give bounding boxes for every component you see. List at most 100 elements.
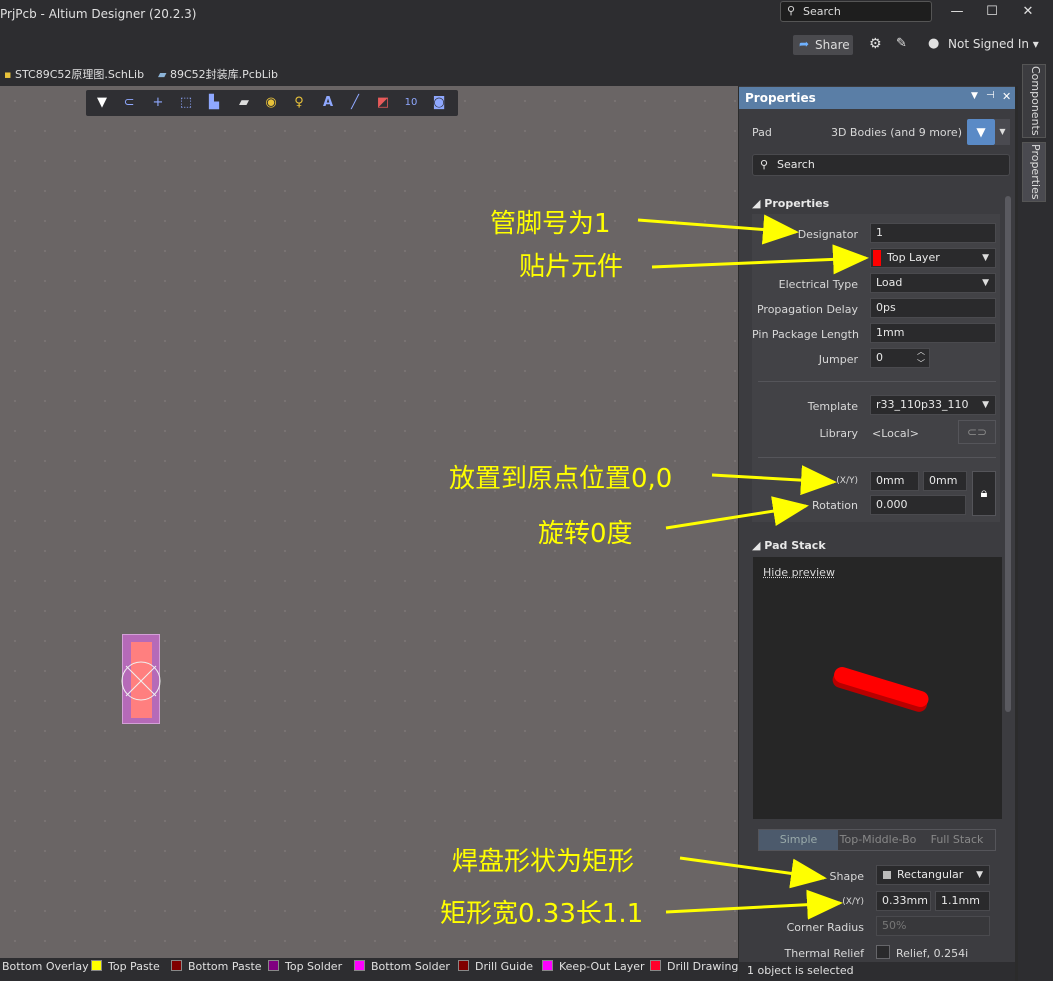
annotation-origin: 放置到原点位置0,0 xyxy=(449,464,673,494)
size-y-input[interactable]: 1.1mm xyxy=(935,891,990,911)
chevron-down-icon: ▼ xyxy=(982,278,989,288)
layer-swatch xyxy=(458,960,469,971)
global-search-input[interactable]: ⚲ Search xyxy=(780,1,932,22)
layer-keep-out[interactable]: Keep-Out Layer xyxy=(542,960,645,973)
crosshair-icon[interactable]: + xyxy=(149,94,167,112)
text-icon[interactable]: A xyxy=(319,94,337,112)
layer-drill-guide[interactable]: Drill Guide xyxy=(458,960,533,973)
template-label: Template xyxy=(807,400,858,413)
layer-top-paste[interactable]: Top Paste xyxy=(91,960,160,973)
pin-package-length-input[interactable]: 1mm xyxy=(870,323,996,343)
thermal-relief-checkbox[interactable] xyxy=(876,945,890,959)
designator-label: Designator xyxy=(797,228,858,241)
location-y-input[interactable]: 0mm xyxy=(923,471,967,491)
region-icon[interactable]: ◩ xyxy=(374,94,392,112)
component-icon[interactable]: ▰ xyxy=(235,94,253,112)
propagation-delay-input[interactable]: 0ps xyxy=(870,298,996,318)
minimize-button[interactable]: — xyxy=(947,4,967,20)
panel-title: Properties xyxy=(745,91,816,105)
shape-select[interactable]: Rectangular ▼ xyxy=(876,865,990,885)
close-button[interactable]: ✕ xyxy=(1018,4,1038,20)
size-label: (X/Y) xyxy=(842,897,864,907)
size-x-input[interactable]: 0.33mm xyxy=(876,891,931,911)
jumper-value: 0 xyxy=(876,351,883,364)
layer-label: Bottom Paste xyxy=(188,960,262,973)
user-icon: ● xyxy=(928,36,940,51)
layer-value: Top Layer xyxy=(887,251,940,264)
share-arrow-icon: ➦ xyxy=(799,37,810,51)
corner-radius-input[interactable]: 50% xyxy=(876,916,990,936)
layer-bottom-solder[interactable]: Bottom Solder xyxy=(354,960,450,973)
electrical-type-value: Load xyxy=(876,276,903,289)
filter-dropdown-button[interactable]: ▼ xyxy=(995,119,1010,145)
via-icon[interactable]: ♀ xyxy=(290,94,308,112)
tab-top-middle-bottom[interactable]: Top-Middle-Bo xyxy=(839,830,917,850)
hide-preview-link[interactable]: Hide preview xyxy=(763,566,835,579)
electrical-type-select[interactable]: Load ▼ xyxy=(870,273,996,293)
layer-bottom-paste[interactable]: Bottom Paste xyxy=(171,960,262,973)
electrical-type-label: Electrical Type xyxy=(778,278,858,291)
location-label: (X/Y) xyxy=(836,476,858,486)
layer-bottom-overlay[interactable]: Bottom Overlay xyxy=(2,960,89,973)
library-value: <Local> xyxy=(872,427,919,440)
section-pad-stack[interactable]: ◢ Pad Stack xyxy=(752,539,826,552)
select-area-icon[interactable]: ⬚ xyxy=(177,94,195,112)
snap-icon[interactable]: ⊂ xyxy=(120,94,138,112)
layer-select[interactable]: Top Layer ▼ xyxy=(870,248,996,268)
shape-value: Rectangular xyxy=(897,868,964,881)
pad-icon[interactable]: ◉ xyxy=(262,94,280,112)
share-button[interactable]: ➦ Share xyxy=(793,35,853,55)
tab-simple[interactable]: Simple xyxy=(759,830,838,850)
location-x-input[interactable]: 0mm xyxy=(870,471,919,491)
panel-menu-icon[interactable]: ▼ xyxy=(971,91,978,101)
pin-icon[interactable]: ⊣ xyxy=(986,90,995,101)
gear-icon[interactable]: ⚙ xyxy=(869,36,882,52)
tab-schlib[interactable]: ▪ STC89C52原理图.SchLib xyxy=(4,66,144,82)
layer-label: Keep-Out Layer xyxy=(559,960,645,973)
pcblib-icon: ▰ xyxy=(158,68,167,81)
align-icon[interactable]: ▙ xyxy=(205,94,223,112)
layer-swatch xyxy=(650,960,661,971)
annotation-smd: 贴片元件 xyxy=(519,252,624,282)
designator-input[interactable]: 1 xyxy=(870,223,996,243)
section-properties[interactable]: ◢ Properties xyxy=(752,197,829,210)
pad-drill-marker xyxy=(121,661,161,701)
layer-label: Drill Drawing xyxy=(667,960,739,973)
tab-full-stack[interactable]: Full Stack xyxy=(918,830,996,850)
panel-filter-button[interactable]: ▼ xyxy=(967,119,995,145)
filter-icon[interactable]: ▼ xyxy=(93,94,111,112)
lock-icon[interactable]: 🔒︎ xyxy=(972,471,996,516)
section-properties-label: Properties xyxy=(764,197,830,210)
annotation-size: 矩形宽0.33长1.1 xyxy=(440,899,644,929)
rotation-input[interactable]: 0.000 xyxy=(870,495,966,515)
stepper-arrows-icon[interactable]: ︿ ﹀ xyxy=(917,349,925,367)
link-icon[interactable]: ⊂⊃ xyxy=(958,420,996,444)
tab-pcblib-label: 89C52封装库.PcbLib xyxy=(169,68,278,81)
schlib-icon: ▪ xyxy=(4,68,12,81)
layer-label: Bottom Overlay xyxy=(2,960,89,973)
tab-components[interactable]: Components xyxy=(1022,64,1046,138)
panel-close-icon[interactable]: ✕ xyxy=(1002,90,1011,103)
line-icon[interactable]: ╱ xyxy=(346,94,364,112)
template-value: r33_110p33_110 xyxy=(876,398,969,411)
notifications-icon[interactable]: ✎ xyxy=(896,36,907,51)
object-type: Pad xyxy=(752,126,772,139)
properties-panel-header: Properties ▼ ⊣ ✕ xyxy=(739,87,1015,109)
template-select[interactable]: r33_110p33_110 ▼ xyxy=(870,395,996,415)
jumper-stepper[interactable]: 0 ︿ ﹀ xyxy=(870,348,930,368)
shape-label: Shape xyxy=(829,870,864,883)
rotation-label: Rotation xyxy=(811,499,858,512)
panel-scrollbar[interactable] xyxy=(1005,196,1011,712)
tab-pcblib[interactable]: ▰ 89C52封装库.PcbLib xyxy=(158,66,278,82)
panel-search-input[interactable]: ⚲ Search xyxy=(752,154,1010,176)
maximize-button[interactable]: ☐ xyxy=(982,4,1002,20)
tab-properties[interactable]: Properties xyxy=(1022,142,1046,202)
layer-top-solder[interactable]: Top Solder xyxy=(268,960,342,973)
layer-swatch xyxy=(268,960,279,971)
layer-label: Top Paste xyxy=(108,960,160,973)
board-icon[interactable]: ◙ xyxy=(430,94,448,112)
layer-drill-drawing[interactable]: Drill Drawing xyxy=(650,960,738,973)
tab-schlib-label: STC89C52原理图.SchLib xyxy=(14,68,145,81)
dimension-icon[interactable]: 10 xyxy=(402,94,420,112)
sign-in-menu[interactable]: Not Signed In ▾ xyxy=(948,37,1039,51)
